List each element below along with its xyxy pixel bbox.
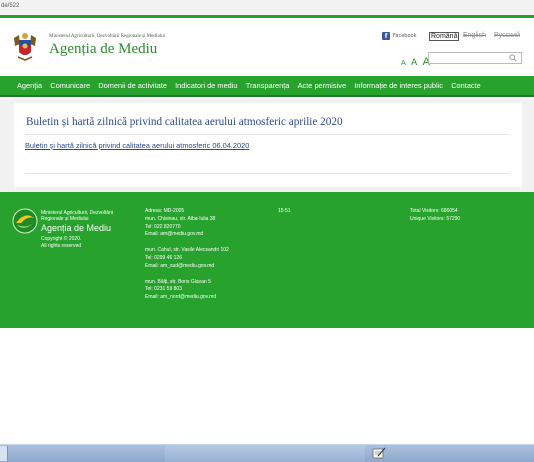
taskbar-start-edge[interactable]: [0, 446, 8, 461]
font-medium-button[interactable]: A: [411, 57, 417, 67]
phone-line: Tel: 0299 46 126: [145, 254, 182, 261]
address-line: mun. Chisinau, str. Alba-Iulia 38: [145, 215, 216, 222]
notepad-icon[interactable]: [372, 447, 386, 459]
font-small-button[interactable]: A: [401, 60, 406, 67]
nav-item-agentia[interactable]: Agenţia: [17, 81, 42, 90]
address-line: Adresa: MD-2005: [145, 208, 185, 214]
search-icon[interactable]: [509, 54, 517, 62]
footer-ministry-name: Ministerul Agriculturii, Dezvoltării Reg…: [41, 210, 113, 222]
taskbar-window-button[interactable]: [165, 445, 365, 462]
content-divider: [25, 173, 509, 174]
browser-address-bar[interactable]: de/522: [0, 0, 534, 15]
unique-visitors: Unique Visitors: 57290: [410, 215, 461, 222]
footer-copyright: Copyright © 2020. All rights reserved: [41, 236, 81, 250]
header-ministry-name: Ministerul Agriculturii, Dezvoltării Reg…: [49, 34, 166, 39]
title-divider: [25, 134, 509, 135]
address-line: mun. Bălți, str. Boris Glavan 5: [145, 278, 211, 285]
font-size-switcher: A A A: [401, 52, 431, 70]
nav-item-contacte[interactable]: Contacte: [451, 81, 481, 90]
page-title: Buletin și hartă zilnică privind calitat…: [26, 116, 343, 128]
site-footer: Ministerul Agriculturii, Dezvoltării Reg…: [0, 192, 534, 328]
footer-agency-name: Agenția de Mediu: [41, 223, 112, 233]
lang-russian[interactable]: Русский: [494, 32, 520, 39]
nav-item-acte[interactable]: Acte permisive: [298, 81, 346, 90]
email-link[interactable]: Email: am@mediu.gov.md: [145, 231, 229, 239]
visitor-counter: Total Visitors: 686054 Unique Visitors: …: [410, 208, 460, 224]
nav-item-domenii[interactable]: Domenii de activitate: [98, 81, 167, 90]
article-card: Buletin și hartă zilnică privind calitat…: [14, 103, 522, 187]
footer-addresses: Adresa: MD-2005 mun. Chisinau, str. Alba…: [145, 208, 229, 302]
nav-item-indicatori[interactable]: Indicatori de mediu: [175, 81, 237, 90]
total-visitors: Total Visitors: 686054: [410, 208, 458, 214]
lang-english[interactable]: English: [463, 32, 486, 39]
content-area: Buletin și hartă zilnică privind calitat…: [0, 99, 534, 192]
copyright-text: Copyright © 2020.: [41, 236, 82, 242]
email-link[interactable]: Email: am_nord@mediu.gov.md: [145, 294, 229, 302]
phone-line: Tel: 0231 59 803: [145, 286, 182, 293]
main-navigation: Agenţia Comunicare Domenii de activitate…: [0, 76, 534, 97]
moldova-crest-icon[interactable]: [12, 30, 38, 62]
bulletin-link[interactable]: Buletin și hartă zilnică privind calitat…: [25, 141, 249, 150]
facebook-link[interactable]: Facebook: [393, 33, 417, 39]
agency-logo-icon: [12, 208, 38, 234]
header-agency-name[interactable]: Agenția de Mediu: [49, 41, 157, 58]
url-text: de/522: [1, 3, 20, 9]
lang-romana[interactable]: Română: [429, 32, 460, 41]
email-link[interactable]: Email: am_sud@mediu.gov.md: [145, 263, 229, 271]
os-taskbar: [0, 444, 534, 462]
facebook-icon[interactable]: f: [382, 32, 390, 40]
nav-item-comunicare[interactable]: Comunicare: [50, 81, 90, 90]
address-line: mun. Cahul, str. Vasile Alecsandri 102: [145, 247, 229, 254]
rights-text: All rights reserved: [41, 243, 82, 249]
nav-item-informatie[interactable]: Informație de interes public: [354, 81, 443, 90]
nav-item-transparenta[interactable]: Transparența: [246, 81, 290, 90]
site-header: Ministerul Agriculturii, Dezvoltării Reg…: [0, 18, 534, 76]
phone-line: Tel: 022 820770: [145, 223, 181, 230]
page-blank-area: [0, 328, 534, 444]
footer-clock: 15:51: [278, 208, 291, 214]
search-input[interactable]: [428, 52, 522, 64]
